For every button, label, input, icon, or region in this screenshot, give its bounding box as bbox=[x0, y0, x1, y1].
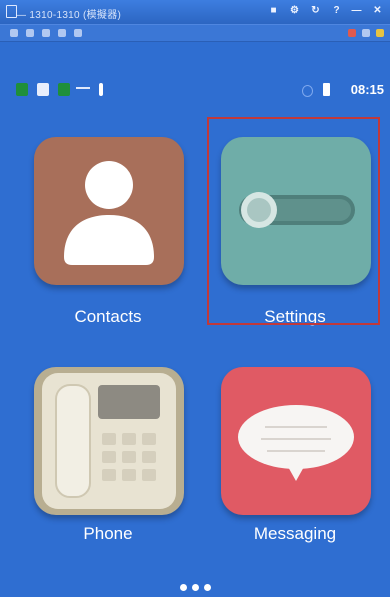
emulator-toolbar bbox=[0, 24, 390, 42]
toolbar-button-icon[interactable] bbox=[58, 29, 66, 37]
toolbar-button-icon[interactable] bbox=[376, 29, 384, 37]
messaging-icon bbox=[221, 367, 371, 515]
app-label: Settings bbox=[264, 307, 326, 326]
minimize-icon[interactable]: — bbox=[351, 5, 362, 16]
help-icon[interactable]: ? bbox=[331, 5, 342, 16]
app-label: Messaging bbox=[253, 524, 337, 543]
toolbar-button-icon[interactable] bbox=[362, 29, 370, 37]
notification-app-icon bbox=[58, 83, 70, 96]
phone-handset-graphic bbox=[42, 373, 176, 509]
toolbar-icon[interactable]: ■ bbox=[268, 5, 279, 16]
settings-slider-graphic bbox=[239, 192, 355, 228]
app-label: Phone bbox=[83, 524, 133, 543]
settings-icon bbox=[221, 137, 371, 285]
app-settings[interactable]: Settings bbox=[205, 137, 385, 367]
phone-icon bbox=[34, 367, 184, 515]
notification-app-icon bbox=[16, 83, 28, 96]
notification-dash-icon bbox=[76, 87, 90, 89]
app-phone[interactable]: Phone bbox=[18, 367, 198, 597]
rotate-icon[interactable]: ↻ bbox=[310, 5, 321, 16]
page-indicator-dot[interactable] bbox=[192, 584, 199, 591]
toolbar-button-icon[interactable] bbox=[74, 29, 82, 37]
toolbar-button-icon[interactable] bbox=[10, 29, 18, 37]
status-clock: 08:15 bbox=[350, 82, 384, 97]
close-icon[interactable]: ✕ bbox=[372, 5, 383, 16]
emulator-title-bar: — 1310-1310 (模擬器) ■ ⚙ ↻ ? — ✕ bbox=[0, 0, 390, 24]
app-messaging[interactable]: Messaging bbox=[205, 367, 385, 597]
app-label: Contacts bbox=[74, 307, 142, 326]
speech-bubble-graphic bbox=[238, 405, 354, 481]
toolbar-button-icon[interactable] bbox=[26, 29, 34, 37]
contacts-icon bbox=[34, 137, 184, 285]
signal-icon bbox=[302, 85, 313, 97]
app-contacts[interactable]: Contacts bbox=[18, 137, 198, 367]
page-indicator-dot[interactable] bbox=[180, 584, 187, 591]
notification-photo-icon bbox=[37, 83, 49, 96]
toolbar-button-icon[interactable] bbox=[42, 29, 50, 37]
battery-icon bbox=[323, 83, 330, 96]
page-indicator-dot[interactable] bbox=[204, 584, 211, 591]
window-title: — 1310-1310 (模擬器) bbox=[16, 10, 122, 21]
contacts-person-graphic bbox=[64, 161, 154, 265]
settings-gear-icon[interactable]: ⚙ bbox=[289, 5, 300, 16]
record-icon[interactable] bbox=[348, 29, 356, 37]
usb-icon bbox=[99, 83, 103, 96]
